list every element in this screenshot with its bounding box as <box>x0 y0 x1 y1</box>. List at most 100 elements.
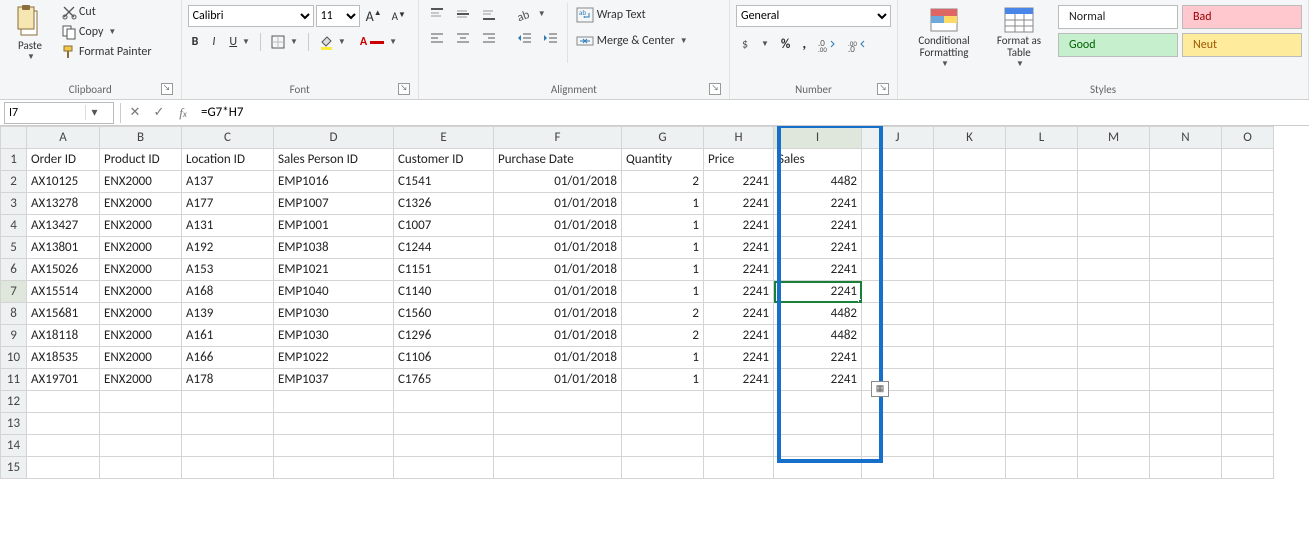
cell[interactable] <box>274 413 394 435</box>
column-header[interactable]: J <box>862 127 934 149</box>
fill-color-button[interactable]: ▼ <box>315 33 350 51</box>
cell[interactable]: EMP1030 <box>274 303 394 325</box>
style-neutral[interactable]: Neut <box>1182 33 1302 57</box>
cell[interactable]: 2241 <box>774 281 862 303</box>
cell[interactable] <box>1078 413 1150 435</box>
formula-input[interactable] <box>195 105 1309 120</box>
cell[interactable] <box>1222 457 1274 479</box>
cell[interactable] <box>934 391 1006 413</box>
cell[interactable] <box>704 435 774 457</box>
cell[interactable]: ENX2000 <box>100 347 182 369</box>
dialog-launcher-icon[interactable]: ↘ <box>709 83 721 95</box>
cell[interactable] <box>1006 281 1078 303</box>
cell[interactable] <box>1006 325 1078 347</box>
align-left-button[interactable] <box>425 29 449 47</box>
cell[interactable] <box>1222 171 1274 193</box>
cell[interactable]: C1296 <box>394 325 494 347</box>
cell[interactable]: A192 <box>182 237 274 259</box>
bold-button[interactable]: B <box>188 33 203 51</box>
cell[interactable]: Product ID <box>100 149 182 171</box>
cell[interactable]: AX15026 <box>27 259 100 281</box>
cell[interactable]: AX13427 <box>27 215 100 237</box>
column-header[interactable]: G <box>622 127 704 149</box>
cell[interactable] <box>934 413 1006 435</box>
cell[interactable]: ENX2000 <box>100 325 182 347</box>
cell[interactable]: 2 <box>622 325 704 347</box>
insert-function-button[interactable]: fx <box>171 105 195 121</box>
cell[interactable] <box>394 413 494 435</box>
cell[interactable]: 2241 <box>774 237 862 259</box>
column-header[interactable]: I <box>774 127 862 149</box>
cell[interactable] <box>1222 435 1274 457</box>
row-header[interactable]: 4 <box>1 215 27 237</box>
cell[interactable]: 2241 <box>774 347 862 369</box>
cell[interactable]: C1541 <box>394 171 494 193</box>
cell[interactable] <box>622 435 704 457</box>
row-header[interactable]: 3 <box>1 193 27 215</box>
row-header[interactable]: 13 <box>1 413 27 435</box>
cell[interactable]: EMP1022 <box>274 347 394 369</box>
dialog-launcher-icon[interactable]: ↘ <box>161 83 173 95</box>
cell[interactable]: 01/01/2018 <box>494 281 622 303</box>
cell[interactable] <box>1150 259 1222 281</box>
cell[interactable] <box>1150 413 1222 435</box>
cell[interactable] <box>1006 435 1078 457</box>
cell[interactable]: 2241 <box>704 303 774 325</box>
cell[interactable]: C1106 <box>394 347 494 369</box>
cell[interactable] <box>1222 325 1274 347</box>
italic-button[interactable]: I <box>208 33 219 51</box>
cell[interactable]: 01/01/2018 <box>494 259 622 281</box>
cell[interactable] <box>934 171 1006 193</box>
cell[interactable] <box>862 149 934 171</box>
cell[interactable]: 2241 <box>774 215 862 237</box>
cell[interactable]: EMP1037 <box>274 369 394 391</box>
cell[interactable]: 2241 <box>704 369 774 391</box>
cell[interactable]: 4482 <box>774 325 862 347</box>
orientation-button[interactable]: ab▼ <box>513 5 550 23</box>
cell[interactable]: ENX2000 <box>100 303 182 325</box>
cell[interactable]: 1 <box>622 237 704 259</box>
cell[interactable] <box>1150 149 1222 171</box>
cell[interactable]: A153 <box>182 259 274 281</box>
cell[interactable]: AX13801 <box>27 237 100 259</box>
cut-button[interactable]: Cut <box>58 3 156 21</box>
cell[interactable]: AX19701 <box>27 369 100 391</box>
cell[interactable]: A161 <box>182 325 274 347</box>
align-top-button[interactable] <box>425 5 449 23</box>
cell[interactable] <box>1078 369 1150 391</box>
cell[interactable] <box>27 435 100 457</box>
dialog-launcher-icon[interactable]: ↘ <box>877 83 889 95</box>
row-header[interactable]: 11 <box>1 369 27 391</box>
cell[interactable] <box>1150 281 1222 303</box>
cell[interactable] <box>1150 369 1222 391</box>
cell[interactable] <box>274 457 394 479</box>
cell[interactable] <box>704 391 774 413</box>
column-header[interactable]: C <box>182 127 274 149</box>
decrease-decimal-button[interactable]: .00.0 <box>844 35 870 53</box>
cell[interactable] <box>1006 237 1078 259</box>
cell[interactable] <box>1150 237 1222 259</box>
cell[interactable]: ENX2000 <box>100 237 182 259</box>
cell[interactable] <box>1150 193 1222 215</box>
increase-font-button[interactable]: A▲ <box>362 6 386 27</box>
cell[interactable]: EMP1016 <box>274 171 394 193</box>
cell[interactable]: 01/01/2018 <box>494 215 622 237</box>
dialog-launcher-icon[interactable]: ↘ <box>398 83 410 95</box>
cell[interactable]: EMP1040 <box>274 281 394 303</box>
cell[interactable] <box>862 171 934 193</box>
autofill-options-button[interactable]: ▦ <box>871 381 889 397</box>
cell[interactable]: AX13278 <box>27 193 100 215</box>
cell[interactable]: 01/01/2018 <box>494 237 622 259</box>
cell[interactable]: 1 <box>622 215 704 237</box>
cell[interactable] <box>934 435 1006 457</box>
cell[interactable] <box>622 457 704 479</box>
cell[interactable]: ENX2000 <box>100 215 182 237</box>
cell[interactable] <box>1222 149 1274 171</box>
cell[interactable] <box>1150 347 1222 369</box>
cell[interactable]: C1560 <box>394 303 494 325</box>
cell[interactable] <box>1078 149 1150 171</box>
cell[interactable] <box>622 391 704 413</box>
cell[interactable]: C1244 <box>394 237 494 259</box>
conditional-formatting-button[interactable]: Conditional Formatting▼ <box>904 3 984 71</box>
cell[interactable] <box>1006 369 1078 391</box>
